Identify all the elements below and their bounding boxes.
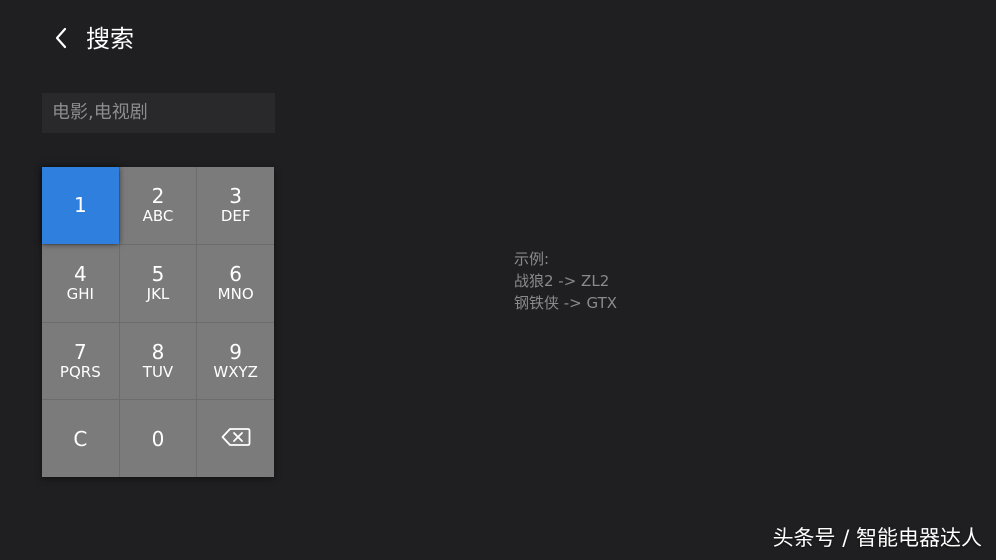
key-5[interactable]: 5 JKL bbox=[119, 244, 197, 322]
key-digit: 2 bbox=[151, 184, 165, 209]
key-digit: 7 bbox=[73, 339, 87, 364]
key-letters: GHI bbox=[66, 285, 94, 304]
key-digit: 4 bbox=[73, 262, 87, 287]
key-digit: 6 bbox=[229, 262, 243, 287]
key-letters: JKL bbox=[146, 285, 170, 304]
hint-example: 钢铁侠 -> GTX bbox=[514, 294, 618, 312]
key-1[interactable]: 1 bbox=[42, 167, 119, 244]
key-letters: DEF bbox=[220, 207, 251, 226]
key-letters: PQRS bbox=[59, 362, 101, 381]
key-digit: 9 bbox=[229, 339, 243, 364]
key-letters: WXYZ bbox=[213, 362, 258, 381]
watermark: 头条号 / 智能电器达人 bbox=[772, 526, 982, 550]
page-title: 搜索 bbox=[86, 25, 134, 53]
key-6[interactable]: 6 MNO bbox=[197, 244, 274, 322]
hint-example: 战狼2 -> ZL2 bbox=[514, 272, 610, 290]
chevron-left-icon bbox=[54, 27, 68, 49]
hint-title: 示例: bbox=[514, 250, 550, 268]
key-digit: 0 bbox=[151, 426, 165, 451]
key-clear[interactable]: C bbox=[42, 400, 119, 477]
key-8[interactable]: 8 TUV bbox=[119, 322, 197, 400]
backspace-button[interactable] bbox=[197, 400, 274, 477]
key-4[interactable]: 4 GHI bbox=[42, 244, 119, 322]
search-input[interactable]: 电影,电视剧 bbox=[42, 93, 275, 133]
key-digit: 8 bbox=[151, 339, 165, 364]
key-2[interactable]: 2 ABC bbox=[119, 167, 197, 244]
key-digit: 5 bbox=[151, 262, 165, 287]
key-letters: MNO bbox=[217, 285, 254, 304]
key-digit: C bbox=[73, 426, 88, 451]
key-digit: 1 bbox=[73, 193, 87, 218]
back-button[interactable] bbox=[46, 22, 76, 54]
key-digit: 3 bbox=[229, 184, 243, 209]
key-letters: ABC bbox=[142, 207, 174, 226]
search-hint: 示例: 战狼2 -> ZL2 钢铁侠 -> GTX bbox=[514, 248, 617, 314]
backspace-icon bbox=[221, 427, 251, 451]
t9-keypad: 1 2 ABC 3 DEF 4 GHI 5 JKL 6 MNO 7 PQRS 8… bbox=[42, 167, 274, 477]
key-9[interactable]: 9 WXYZ bbox=[197, 322, 274, 400]
key-7[interactable]: 7 PQRS bbox=[42, 322, 119, 400]
key-0[interactable]: 0 bbox=[119, 400, 197, 477]
key-3[interactable]: 3 DEF bbox=[197, 167, 274, 244]
key-letters: TUV bbox=[142, 362, 174, 381]
